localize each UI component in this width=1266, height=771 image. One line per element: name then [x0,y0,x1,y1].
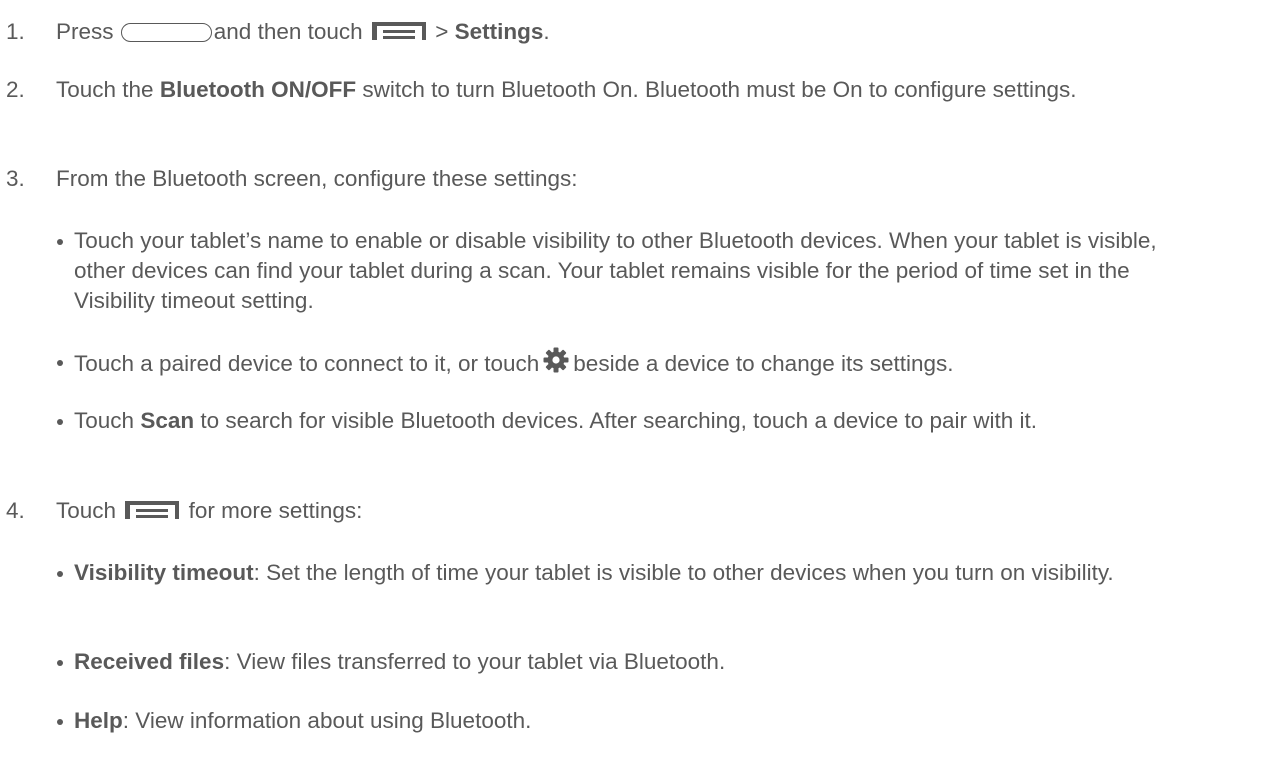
step-number: 1. [6,19,25,44]
bullet-3-text-b: to search for visible Bluetooth devices.… [200,408,1038,433]
bullet-2-text-b: beside a device to change its settings. [573,351,954,376]
step-4-text-b: for more settings: [188,498,363,523]
settings-label: Settings [454,19,544,44]
bullet-dot [57,660,63,666]
bullet-text: Touch Scan to search for visible Bluetoo… [74,406,1154,436]
visibility-timeout-desc: : Set the length of time your tablet is … [253,560,1114,585]
step-1: 1. Press and then touch > Settings. [6,17,1256,47]
step-2-text-a: Touch the [56,77,154,102]
visibility-timeout-label: Visibility timeout [74,560,254,585]
help-desc: : View information about using Bluetooth… [122,708,532,733]
bullet-dot [57,571,63,577]
step-3: 3. From the Bluetooth screen, configure … [6,164,1256,194]
step-text: Press and then touch > Settings. [56,17,1256,47]
step-text: Touch the Bluetooth ON/OFF switch to tur… [56,75,1216,105]
step-4: 4. Touch for more settings: [6,496,1256,526]
received-files-desc: : View files transferred to your tablet … [224,649,726,674]
step-3-bullet-1: Touch your tablet’s name to enable or di… [57,226,1257,316]
menu-key-icon [371,22,426,40]
step-number: 2. [6,77,25,102]
step-4-text-a: Touch [56,498,117,523]
bullet-2-text-a: Touch a paired device to connect to it, … [74,351,540,376]
help-label: Help [74,708,123,733]
bullet-text: Visibility timeout: Set the length of ti… [74,558,1224,588]
gear-icon [543,347,569,373]
step-1-text-a: Press [56,19,114,44]
step-1-text-b: and then touch [213,19,363,44]
bullet-3-text-a: Touch [74,408,135,433]
bullet-text: Touch your tablet’s name to enable or di… [74,228,1157,313]
step-3-bullet-3: Touch Scan to search for visible Bluetoo… [57,406,1257,436]
menu-key-icon [125,501,180,519]
received-files-label: Received files [74,649,225,674]
bullet-dot [57,719,63,725]
step-1-text-d: . [543,19,550,44]
step-4-bullet-3: Help: View information about using Bluet… [57,706,1257,736]
home-key-icon [120,23,212,42]
bullet-dot [57,419,63,425]
step-4-bullet-1: Visibility timeout: Set the length of ti… [57,558,1257,588]
instruction-page: 1. Press and then touch > Settings. 2. T… [0,0,1266,771]
step-2: 2. Touch the Bluetooth ON/OFF switch to … [6,75,1256,105]
step-number: 4. [6,498,25,523]
bullet-text: Help: View information about using Bluet… [74,706,1257,736]
step-text: Touch for more settings: [56,496,1256,526]
bullet-dot [57,239,63,245]
bullet-dot [57,360,63,366]
step-4-bullet-2: Received files: View files transferred t… [57,647,1257,677]
step-text: From the Bluetooth screen, configure the… [56,166,578,191]
bullet-text: Received files: View files transferred t… [74,647,1257,677]
step-2-text-b: switch to turn Bluetooth On. Bluetooth m… [362,77,1077,102]
bullet-text: Touch a paired device to connect to it, … [74,347,1257,379]
scan-label: Scan [140,408,195,433]
step-1-text-c: > [435,19,449,44]
bluetooth-switch-label: Bluetooth ON/OFF [159,77,357,102]
step-number: 3. [6,166,25,191]
step-3-bullet-2: Touch a paired device to connect to it, … [57,347,1257,379]
